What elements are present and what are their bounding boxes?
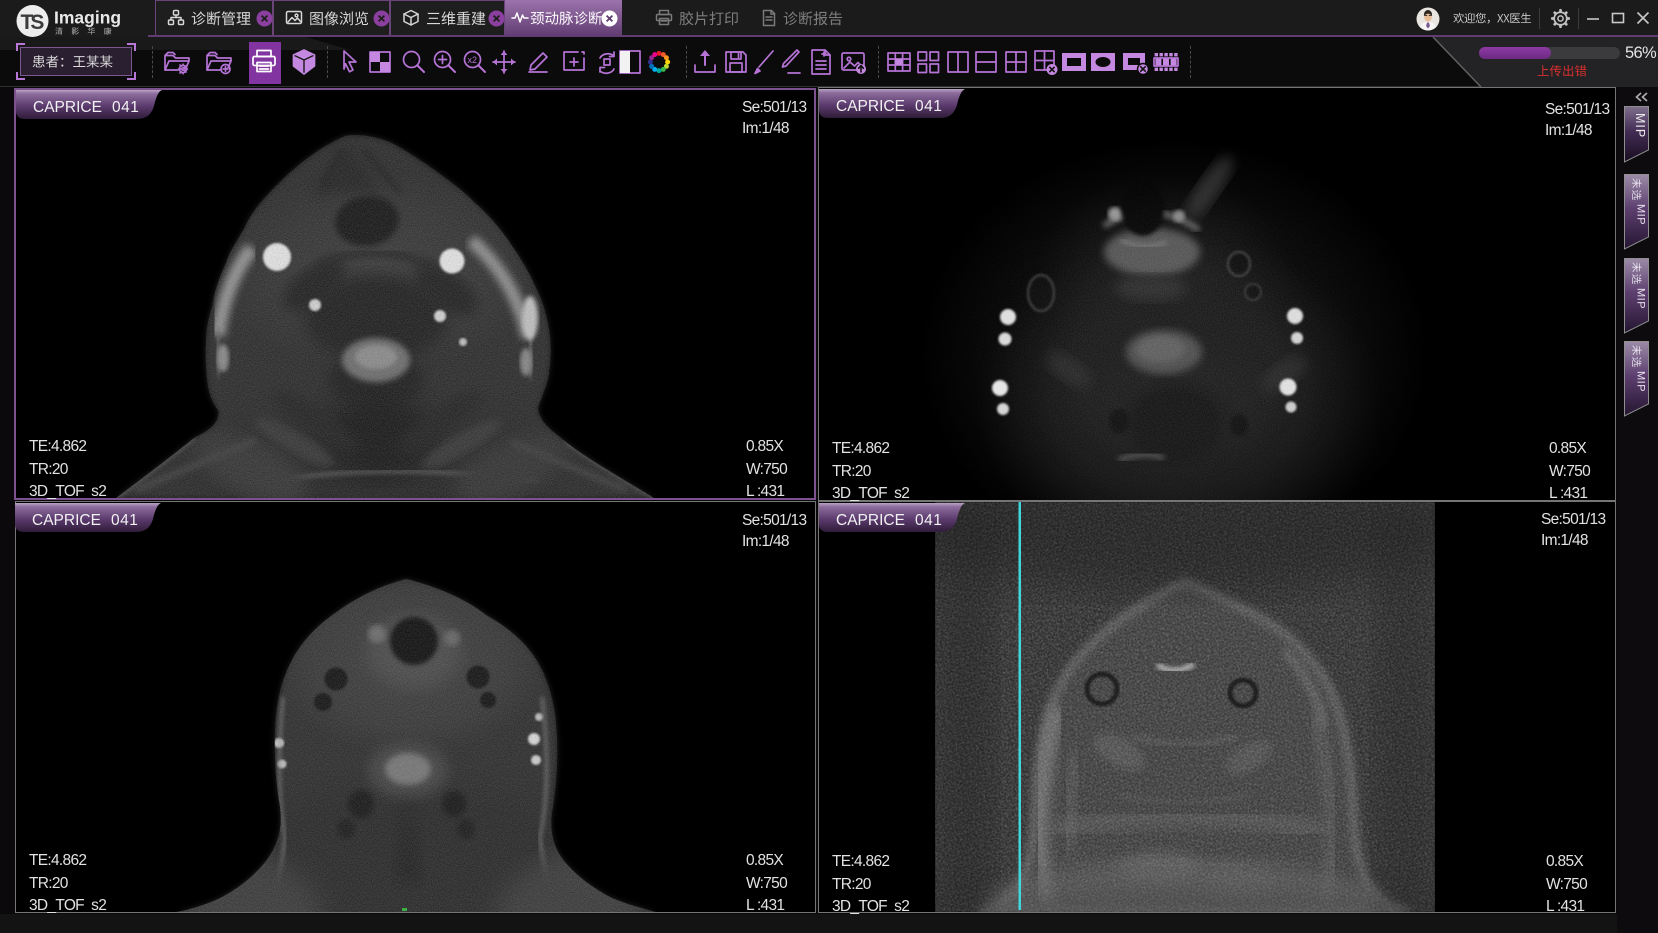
svg-text:041: 041 [915, 512, 942, 529]
svg-text:041: 041 [112, 99, 139, 116]
svg-text:041: 041 [111, 512, 138, 529]
svg-text:CAPRICE: CAPRICE [836, 512, 905, 529]
svg-text:Imaging: Imaging [54, 8, 121, 28]
svg-text:CAPRICE: CAPRICE [32, 512, 101, 529]
svg-text:041: 041 [915, 98, 942, 115]
svg-text:TS: TS [21, 11, 45, 34]
svg-text:CAPRICE: CAPRICE [836, 98, 905, 115]
svg-text:CAPRICE: CAPRICE [33, 99, 102, 116]
svg-text:x2: x2 [468, 55, 478, 65]
